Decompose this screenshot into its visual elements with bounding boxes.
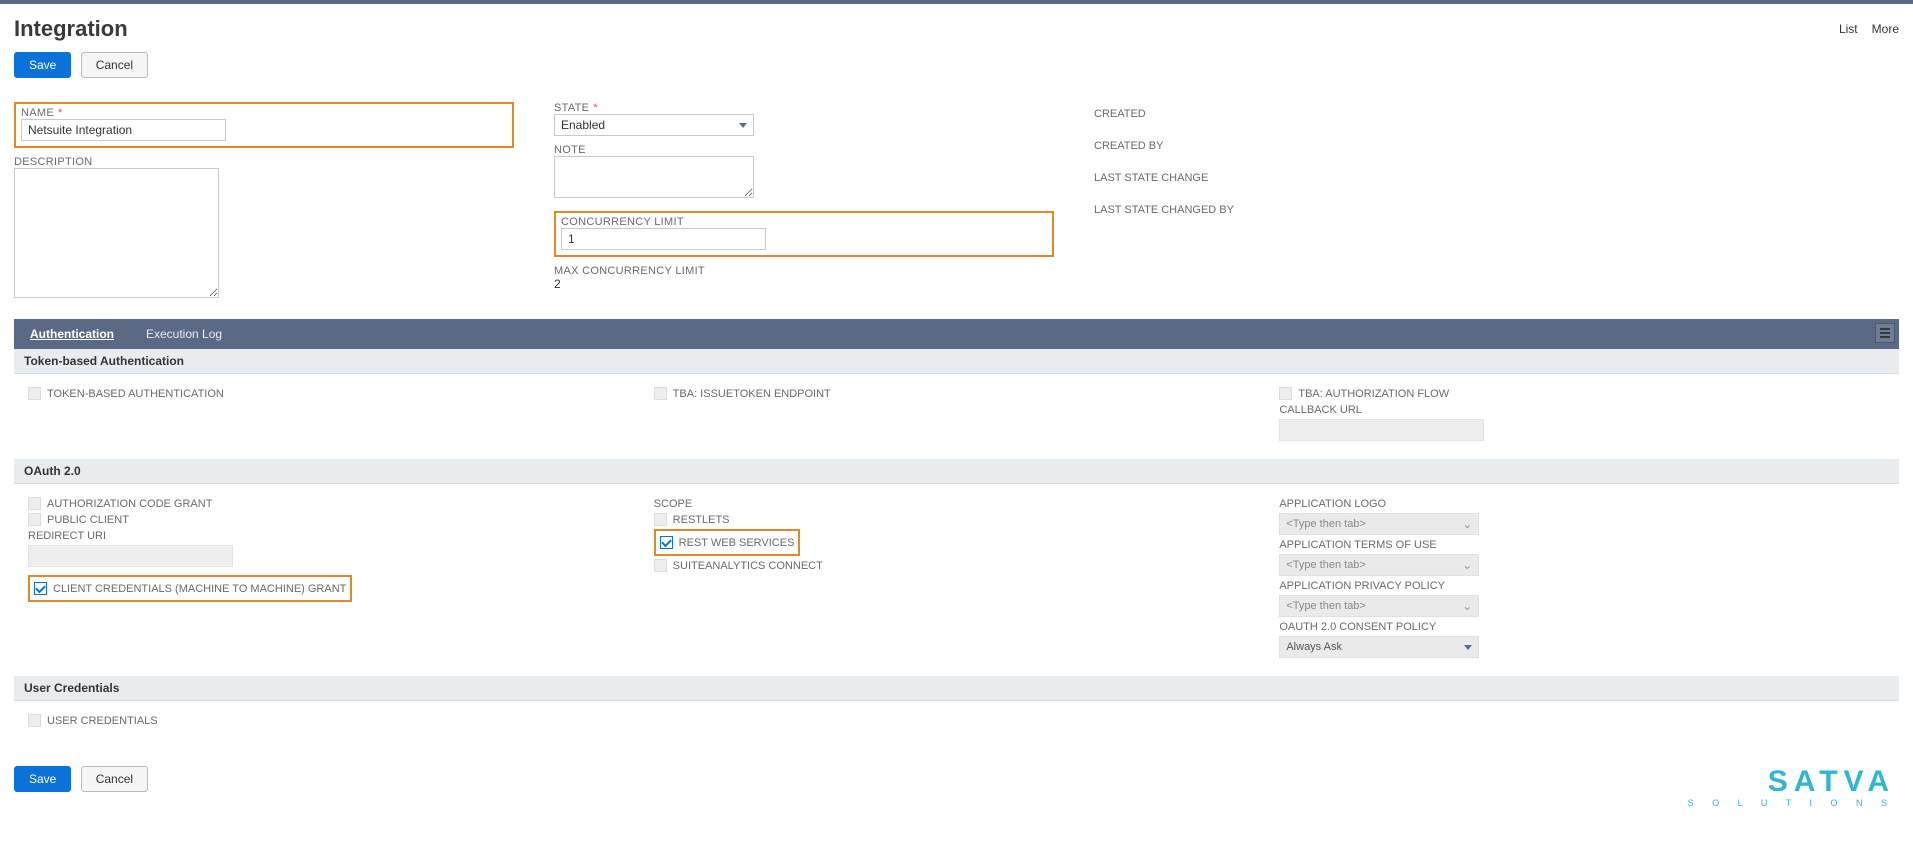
authflow-checkbox[interactable] — [1279, 387, 1292, 400]
tba-checkbox[interactable] — [28, 387, 41, 400]
header-link-more[interactable]: More — [1872, 22, 1899, 36]
meta-last-state-change: LAST STATE CHANGE — [1094, 166, 1899, 190]
app-privacy-label: APPLICATION PRIVACY POLICY — [1279, 580, 1885, 592]
description-textarea[interactable] — [14, 168, 219, 298]
concurrency-input[interactable] — [561, 228, 766, 250]
issuetoken-checkbox[interactable] — [654, 387, 667, 400]
app-logo-label: APPLICATION LOGO — [1279, 498, 1885, 510]
cancel-button-bottom[interactable]: Cancel — [81, 766, 148, 792]
app-logo-field[interactable]: <Type then tab>⌄ — [1279, 513, 1479, 535]
restlets-label: RESTLETS — [673, 514, 730, 526]
rest-ws-checkbox[interactable] — [660, 536, 673, 549]
client-creds-highlight: CLIENT CREDENTIALS (MACHINE TO MACHINE) … — [28, 575, 352, 602]
expand-icon: ⌄ — [1462, 558, 1472, 572]
name-highlight: NAME* — [14, 102, 514, 148]
tab-execution-log[interactable]: Execution Log — [130, 320, 238, 348]
section-oauth: OAuth 2.0 — [14, 459, 1899, 484]
state-select[interactable]: Enabled — [554, 114, 754, 136]
user-creds-label: USER CREDENTIALS — [47, 715, 158, 727]
consent-label: OAUTH 2.0 CONSENT POLICY — [1279, 621, 1885, 633]
tab-authentication[interactable]: Authentication — [14, 320, 130, 348]
client-creds-checkbox[interactable] — [34, 582, 47, 595]
expand-panel-icon[interactable] — [1875, 323, 1895, 343]
user-creds-checkbox[interactable] — [28, 714, 41, 727]
consent-value: Always Ask — [1286, 641, 1342, 653]
rest-ws-label: REST WEB SERVICES — [679, 537, 795, 549]
meta-last-state-changed-by: LAST STATE CHANGED BY — [1094, 198, 1899, 222]
save-button-top[interactable]: Save — [14, 52, 71, 78]
issuetoken-label: TBA: ISSUETOKEN ENDPOINT — [673, 388, 831, 400]
tba-label: TOKEN-BASED AUTHENTICATION — [47, 388, 224, 400]
callback-url-label: CALLBACK URL — [1279, 404, 1885, 416]
note-textarea[interactable] — [554, 156, 754, 198]
client-creds-label: CLIENT CREDENTIALS (MACHINE TO MACHINE) … — [53, 583, 346, 595]
rest-ws-highlight: REST WEB SERVICES — [654, 529, 801, 556]
authflow-label: TBA: AUTHORIZATION FLOW — [1298, 388, 1449, 400]
note-label: NOTE — [554, 144, 1054, 156]
save-button-bottom[interactable]: Save — [14, 766, 71, 792]
redirect-uri-label: REDIRECT URI — [28, 530, 634, 542]
chevron-down-icon — [739, 123, 747, 128]
meta-created-by: CREATED BY — [1094, 134, 1899, 158]
section-user-creds: User Credentials — [14, 676, 1899, 701]
name-input[interactable] — [21, 119, 226, 141]
brand-main: SATVA — [1688, 767, 1895, 797]
concurrency-label: CONCURRENCY LIMIT — [561, 216, 1047, 228]
section-token-auth: Token-based Authentication — [14, 349, 1899, 374]
app-terms-label: APPLICATION TERMS OF USE — [1279, 539, 1885, 551]
auth-code-checkbox[interactable] — [28, 497, 41, 510]
state-label: STATE* — [554, 102, 1054, 114]
public-client-label: PUBLIC CLIENT — [47, 514, 129, 526]
cancel-button-top[interactable]: Cancel — [81, 52, 148, 78]
suiteanalytics-checkbox[interactable] — [654, 559, 667, 572]
public-client-checkbox[interactable] — [28, 513, 41, 526]
scope-label: SCOPE — [654, 498, 1260, 510]
header-link-list[interactable]: List — [1839, 22, 1858, 36]
description-label: DESCRIPTION — [14, 156, 514, 168]
tab-bar: Authentication Execution Log — [14, 319, 1899, 349]
max-concurrency-label: MAX CONCURRENCY LIMIT — [554, 265, 1054, 277]
auth-code-label: AUTHORIZATION CODE GRANT — [47, 498, 212, 510]
name-label: NAME* — [21, 107, 507, 119]
page-title: Integration — [14, 16, 154, 42]
app-privacy-field[interactable]: <Type then tab>⌄ — [1279, 595, 1479, 617]
suiteanalytics-label: SUITEANALYTICS CONNECT — [673, 560, 823, 572]
concurrency-highlight: CONCURRENCY LIMIT — [554, 211, 1054, 257]
consent-select[interactable]: Always Ask — [1279, 636, 1479, 658]
redirect-uri-input[interactable] — [28, 545, 233, 567]
callback-url-input[interactable] — [1279, 419, 1484, 441]
expand-icon: ⌄ — [1462, 517, 1472, 531]
expand-icon: ⌄ — [1462, 599, 1472, 613]
chevron-down-icon — [1464, 645, 1472, 650]
max-concurrency-value: 2 — [554, 277, 1054, 291]
app-terms-field[interactable]: <Type then tab>⌄ — [1279, 554, 1479, 576]
state-value: Enabled — [561, 118, 605, 132]
restlets-checkbox[interactable] — [654, 513, 667, 526]
meta-created: CREATED — [1094, 102, 1899, 126]
brand-logo: SATVA S O L U T I O N S — [1688, 767, 1895, 808]
brand-sub: S O L U T I O N S — [1688, 799, 1895, 808]
